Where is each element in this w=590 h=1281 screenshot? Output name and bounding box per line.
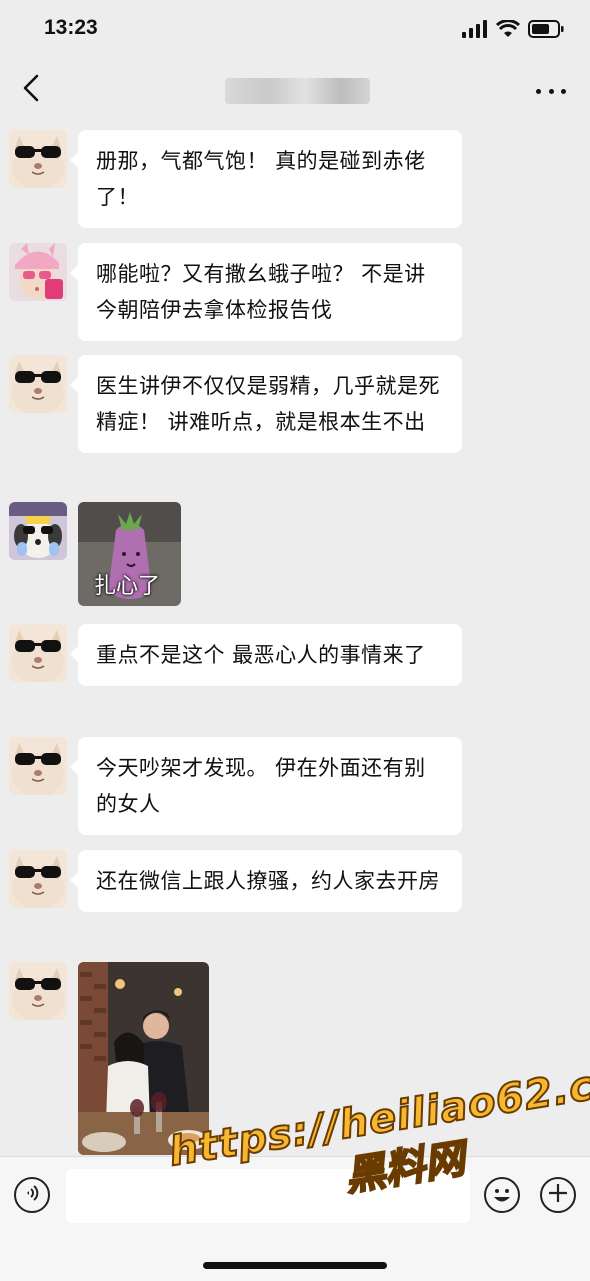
avatar-cat-sunglasses[interactable]	[9, 355, 67, 413]
message-bubble[interactable]: 重点不是这个 最恶心人的事情来了	[70, 624, 462, 686]
status-icons	[462, 19, 564, 42]
plus-icon	[547, 1180, 569, 1210]
plus-button[interactable]	[540, 1177, 576, 1213]
battery-icon	[528, 20, 564, 42]
more-icon	[536, 88, 566, 94]
message-bubble[interactable]: 还在微信上跟人撩骚，约人家去开房	[70, 850, 462, 912]
voice-button[interactable]	[14, 1177, 50, 1213]
avatar-cat-sunglasses[interactable]	[9, 962, 67, 1020]
message-bubble[interactable]: 册那，气都气饱！ 真的是碰到赤佬了！	[70, 130, 462, 228]
message-bubble[interactable]: 医生讲伊不仅仅是弱精，几乎就是死精症！ 讲难听点，就是根本生不出	[70, 355, 462, 453]
avatar-pink-hat[interactable]	[9, 243, 67, 301]
wifi-icon	[495, 19, 521, 42]
avatar-cat-sunglasses[interactable]	[9, 737, 67, 795]
emoji-icon	[486, 1189, 518, 1215]
status-bar: 13:23	[0, 0, 590, 58]
avatar-cat-sunglasses[interactable]	[9, 130, 67, 188]
more-button[interactable]	[536, 80, 566, 102]
avatar-cat-sunglasses[interactable]	[9, 850, 67, 908]
back-icon	[22, 74, 40, 106]
message-bubble[interactable]: 哪能啦？又有撒幺蛾子啦？ 不是讲今朝陪伊去拿体检报告伐	[70, 243, 462, 341]
status-time: 13:23	[44, 16, 98, 39]
chat-title-blurred	[225, 78, 370, 104]
home-indicator[interactable]	[203, 1262, 387, 1269]
sticker-image[interactable]: 扎心了	[78, 502, 181, 606]
avatar-cat-sunglasses[interactable]	[9, 624, 67, 682]
message-bubble[interactable]: 今天吵架才发现。 伊在外面还有别的女人	[70, 737, 462, 835]
signal-icon	[462, 20, 488, 42]
voice-icon	[23, 1184, 41, 1206]
avatar-dog-sunglasses[interactable]	[9, 502, 67, 560]
back-button[interactable]	[14, 72, 48, 108]
chat-header	[0, 58, 590, 124]
emoji-button[interactable]	[484, 1177, 520, 1213]
sticker-caption: 扎心了	[94, 574, 161, 599]
